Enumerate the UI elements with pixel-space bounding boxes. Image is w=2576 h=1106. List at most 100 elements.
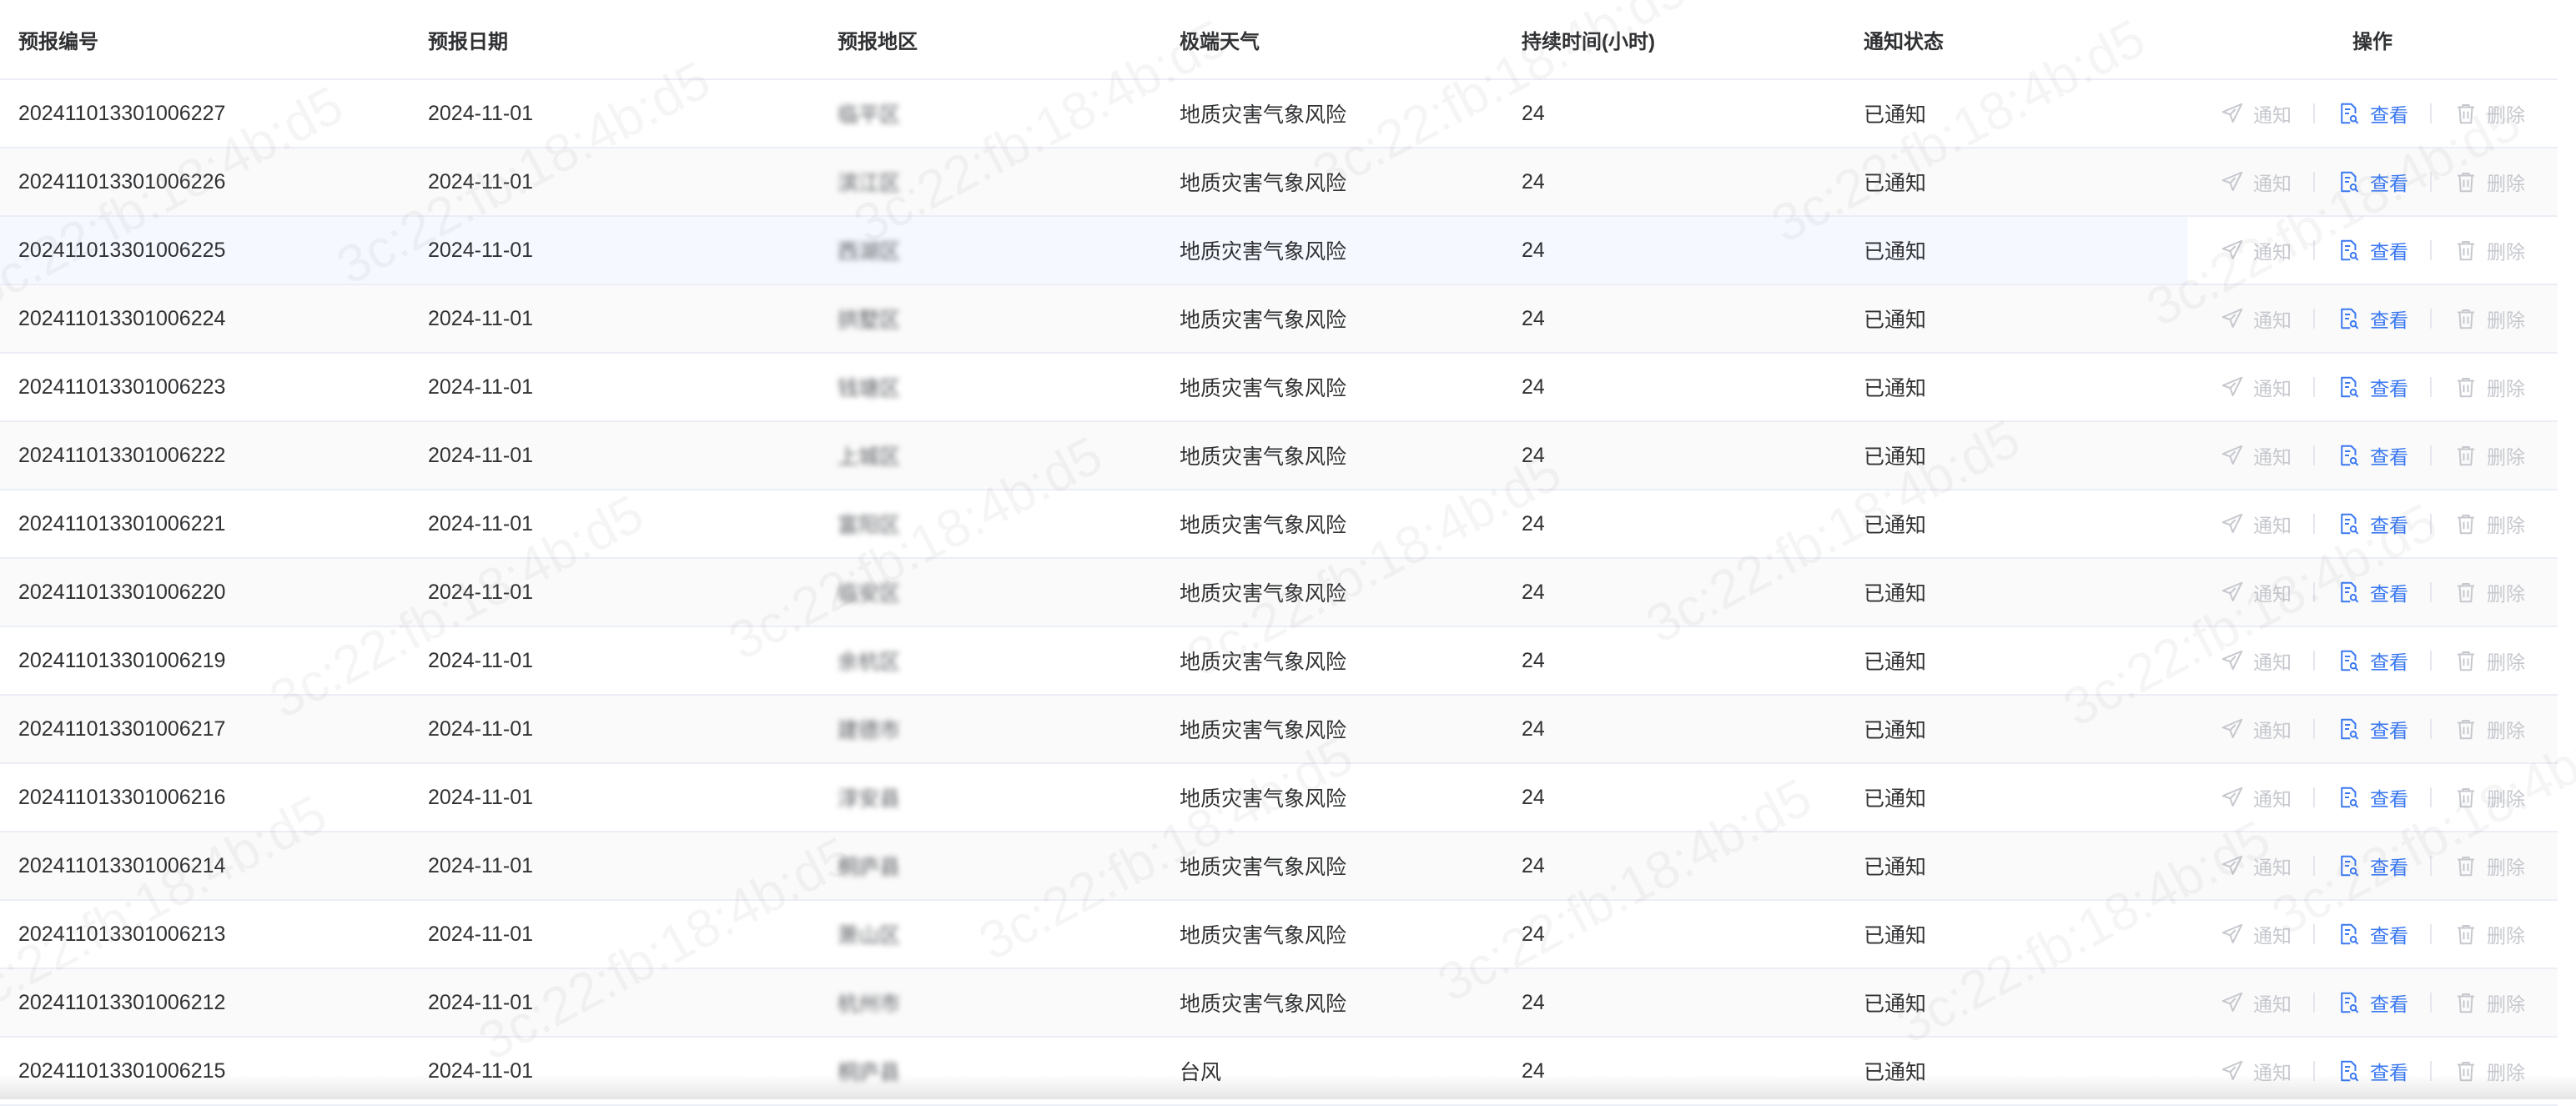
cell-region: 上城区 [819, 421, 1161, 490]
view-button[interactable]: 查看 [2337, 646, 2408, 675]
cell-duration: 24 [1503, 284, 1845, 354]
view-button[interactable]: 查看 [2337, 373, 2408, 401]
table-row[interactable]: 202411013301006216 2024-11-01 淳安县 地质灾害气象… [0, 763, 2558, 832]
delete-button[interactable]: 删除 [2453, 715, 2525, 743]
notify-button[interactable]: 通知 [2220, 510, 2292, 538]
view-label: 查看 [2370, 651, 2408, 673]
view-button[interactable]: 查看 [2337, 441, 2408, 470]
action-divider [2430, 787, 2432, 807]
cell-date: 2024-11-01 [410, 968, 819, 1038]
trash-icon [2458, 720, 2474, 740]
notify-label: 通知 [2253, 857, 2292, 878]
notify-button[interactable]: 通知 [2220, 715, 2292, 743]
table-row[interactable]: 202411013301006220 2024-11-01 临安区 地质灾害气象… [0, 558, 2558, 627]
view-button[interactable]: 查看 [2337, 510, 2408, 538]
scroll-shadow [0, 1074, 2576, 1099]
notify-button[interactable]: 通知 [2220, 646, 2292, 675]
header-date[interactable]: 预报日期 [410, 0, 819, 80]
delete-button[interactable]: 删除 [2453, 920, 2525, 948]
delete-button[interactable]: 删除 [2453, 99, 2525, 128]
delete-button[interactable]: 删除 [2453, 168, 2525, 196]
table-row[interactable]: 202411013301006227 2024-11-01 临平区 地质灾害气象… [0, 79, 2558, 148]
cell-actions: 通知 查看 删除 [2187, 490, 2558, 559]
table-row[interactable]: 202411013301006224 2024-11-01 拱墅区 地质灾害气象… [0, 284, 2558, 354]
table-row[interactable]: 202411013301006225 2024-11-01 西湖区 地质灾害气象… [0, 216, 2558, 285]
table-row[interactable]: 202411013301006217 2024-11-01 建德市 地质灾害气象… [0, 695, 2558, 764]
view-label: 查看 [2370, 241, 2408, 263]
cell-actions: 通知 查看 删除 [2187, 79, 2558, 148]
notify-button[interactable]: 通知 [2220, 578, 2292, 606]
table-row[interactable]: 202411013301006219 2024-11-01 余杭区 地质灾害气象… [0, 626, 2558, 696]
notify-button[interactable]: 通知 [2220, 304, 2292, 333]
cell-status: 已通知 [1845, 900, 2187, 969]
view-button[interactable]: 查看 [2337, 236, 2408, 264]
send-icon [2221, 855, 2243, 875]
delete-button[interactable]: 删除 [2453, 988, 2525, 1017]
delete-button[interactable]: 删除 [2453, 304, 2525, 333]
table-row[interactable]: 202411013301006221 2024-11-01 富阳区 地质灾害气象… [0, 490, 2558, 559]
header-weather[interactable]: 极端天气 [1161, 0, 1503, 80]
action-divider [2313, 377, 2315, 397]
header-status[interactable]: 通知状态 [1845, 0, 2187, 80]
file-search-icon [2341, 787, 2359, 808]
action-divider [2430, 309, 2432, 329]
action-divider [2313, 924, 2315, 944]
delete-button[interactable]: 删除 [2453, 373, 2525, 401]
header-id[interactable]: 预报编号 [0, 0, 410, 80]
action-divider [2313, 309, 2315, 329]
cell-duration: 24 [1503, 832, 1845, 901]
file-search-icon [2341, 992, 2359, 1013]
file-search-icon [2341, 171, 2359, 193]
file-search-icon [2341, 581, 2359, 603]
view-button[interactable]: 查看 [2337, 852, 2408, 880]
cell-id: 202411013301006213 [0, 900, 410, 969]
delete-button[interactable]: 删除 [2453, 578, 2525, 606]
view-button[interactable]: 查看 [2337, 715, 2408, 743]
notify-button[interactable]: 通知 [2220, 852, 2292, 880]
notify-button[interactable]: 通知 [2220, 99, 2292, 128]
view-label: 查看 [2370, 788, 2408, 810]
cell-region: 余杭区 [819, 626, 1161, 696]
delete-button[interactable]: 删除 [2453, 510, 2525, 538]
file-search-icon [2341, 855, 2359, 877]
delete-button[interactable]: 删除 [2453, 441, 2525, 470]
view-button[interactable]: 查看 [2337, 304, 2408, 333]
notify-button[interactable]: 通知 [2220, 373, 2292, 401]
view-button[interactable]: 查看 [2337, 920, 2408, 948]
notify-button[interactable]: 通知 [2220, 783, 2292, 812]
header-duration[interactable]: 持续时间(小时) [1503, 0, 1845, 80]
view-button[interactable]: 查看 [2337, 783, 2408, 812]
table-row[interactable]: 202411013301006222 2024-11-01 上城区 地质灾害气象… [0, 421, 2558, 490]
table-row[interactable]: 202411013301006213 2024-11-01 萧山区 地质灾害气象… [0, 900, 2558, 969]
view-button[interactable]: 查看 [2337, 578, 2408, 606]
view-button[interactable]: 查看 [2337, 168, 2408, 196]
table-row[interactable]: 202411013301006223 2024-11-01 钱塘区 地质灾害气象… [0, 353, 2558, 422]
trash-icon [2458, 857, 2474, 877]
table-row[interactable]: 202411013301006212 2024-11-01 杭州市 地质灾害气象… [0, 968, 2558, 1038]
delete-label: 删除 [2487, 104, 2525, 126]
cell-duration: 24 [1503, 626, 1845, 696]
cell-id: 202411013301006219 [0, 626, 410, 696]
header-region[interactable]: 预报地区 [819, 0, 1161, 80]
cell-duration: 24 [1503, 353, 1845, 422]
notify-label: 通知 [2253, 925, 2292, 947]
delete-button[interactable]: 删除 [2453, 646, 2525, 675]
notify-button[interactable]: 通知 [2220, 441, 2292, 470]
notify-button[interactable]: 通知 [2220, 168, 2292, 196]
cell-actions: 通知 查看 删除 [2187, 626, 2558, 696]
cell-date: 2024-11-01 [410, 763, 819, 832]
notify-button[interactable]: 通知 [2220, 236, 2292, 264]
cell-weather: 地质灾害气象风险 [1161, 353, 1503, 422]
table-row[interactable]: 202411013301006226 2024-11-01 滨江区 地质灾害气象… [0, 148, 2558, 217]
delete-button[interactable]: 删除 [2453, 783, 2525, 812]
delete-button[interactable]: 删除 [2453, 236, 2525, 264]
delete-button[interactable]: 删除 [2453, 852, 2525, 880]
notify-button[interactable]: 通知 [2220, 988, 2292, 1017]
view-label: 查看 [2370, 583, 2408, 605]
table-row[interactable]: 202411013301006214 2024-11-01 桐庐县 地质灾害气象… [0, 832, 2558, 901]
cell-status: 已通知 [1845, 148, 2187, 217]
view-button[interactable]: 查看 [2337, 99, 2408, 128]
notify-button[interactable]: 通知 [2220, 920, 2292, 948]
trash-icon [2458, 378, 2474, 398]
view-button[interactable]: 查看 [2337, 988, 2408, 1017]
